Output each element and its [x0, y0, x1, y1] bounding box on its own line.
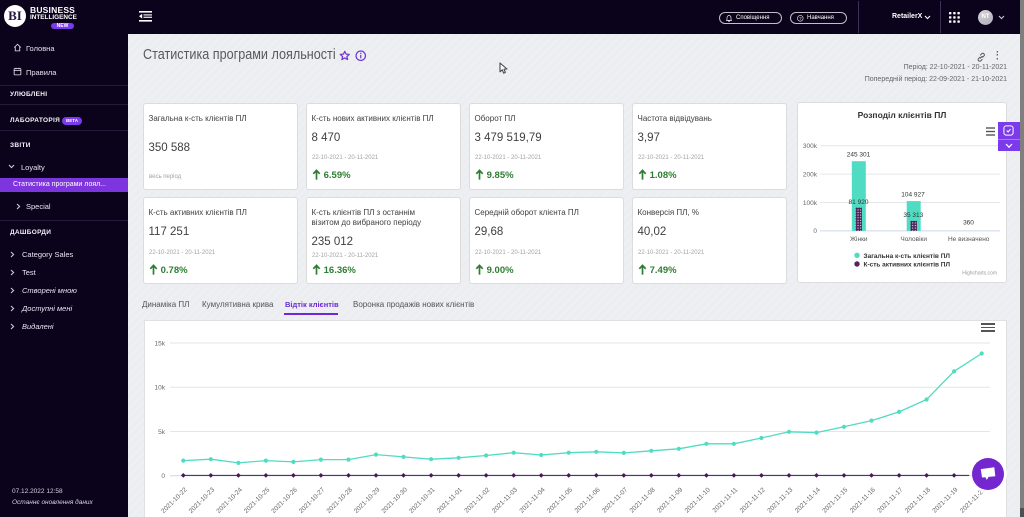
svg-text:15k: 15k: [155, 340, 166, 347]
svg-text:2021-10-27: 2021-10-27: [298, 486, 327, 515]
svg-text:2021-11-18: 2021-11-18: [904, 486, 932, 514]
svg-text:Highcharts.com: Highcharts.com: [962, 271, 997, 277]
svg-text:2021-11-12: 2021-11-12: [739, 486, 767, 514]
svg-text:2021-10-23: 2021-10-23: [188, 486, 217, 515]
svg-text:2021-11-16: 2021-11-16: [849, 486, 877, 514]
svg-text:2021-10-22: 2021-10-22: [160, 486, 189, 515]
svg-text:2021-11-09: 2021-11-09: [656, 486, 684, 514]
svg-text:2021-11-01: 2021-11-01: [436, 486, 464, 514]
svg-text:0: 0: [161, 473, 165, 480]
svg-text:5k: 5k: [158, 429, 166, 436]
svg-text:2021-11-11: 2021-11-11: [712, 486, 740, 514]
svg-text:Жінки: Жінки: [850, 235, 868, 243]
svg-text:К-сть активних клієнтів ПЛ: К-сть активних клієнтів ПЛ: [864, 261, 951, 269]
svg-text:300k: 300k: [803, 143, 818, 150]
svg-text:2021-10-30: 2021-10-30: [380, 486, 409, 515]
svg-text:2021-11-15: 2021-11-15: [821, 486, 849, 514]
svg-text:2021-11-07: 2021-11-07: [601, 486, 629, 514]
svg-text:2021-10-25: 2021-10-25: [243, 486, 272, 515]
svg-text:360: 360: [963, 220, 974, 227]
svg-text:?: ?: [799, 16, 802, 21]
svg-text:200k: 200k: [803, 171, 818, 178]
svg-text:2021-11-14: 2021-11-14: [794, 486, 822, 514]
svg-text:2021-11-04: 2021-11-04: [518, 486, 546, 514]
svg-text:0: 0: [813, 228, 817, 235]
svg-text:Не визначено: Не визначено: [948, 236, 990, 243]
svg-text:10k: 10k: [155, 385, 166, 392]
svg-text:2021-11-10: 2021-11-10: [684, 486, 712, 514]
svg-text:2021-10-29: 2021-10-29: [353, 486, 382, 515]
svg-text:2021-11-13: 2021-11-13: [766, 486, 794, 514]
svg-text:2021-11-03: 2021-11-03: [491, 486, 519, 514]
svg-text:2021-10-31: 2021-10-31: [408, 486, 437, 515]
svg-text:35 313: 35 313: [903, 212, 923, 219]
svg-text:2021-11-08: 2021-11-08: [629, 486, 657, 514]
svg-text:100k: 100k: [803, 200, 818, 207]
svg-text:2021-11-20: 2021-11-20: [959, 486, 987, 514]
svg-text:2021-10-28: 2021-10-28: [325, 486, 354, 515]
svg-text:2021-10-24: 2021-10-24: [215, 486, 244, 515]
svg-text:2021-10-26: 2021-10-26: [270, 486, 299, 515]
svg-text:Чоловіки: Чоловіки: [900, 235, 927, 243]
svg-text:Загальна к-сть клієнтів ПЛ: Загальна к-сть клієнтів ПЛ: [864, 252, 951, 260]
svg-text:Розподіл клієнтів ПЛ: Розподіл клієнтів ПЛ: [858, 110, 947, 120]
svg-text:2021-11-17: 2021-11-17: [876, 486, 904, 514]
svg-text:104 927: 104 927: [901, 192, 925, 199]
svg-text:2021-11-02: 2021-11-02: [463, 486, 491, 514]
svg-text:81 920: 81 920: [849, 199, 869, 206]
svg-text:2021-11-05: 2021-11-05: [546, 486, 574, 514]
svg-text:2021-11-06: 2021-11-06: [574, 486, 602, 514]
svg-text:2021-11-19: 2021-11-19: [931, 486, 959, 514]
svg-text:245 301: 245 301: [847, 152, 871, 159]
